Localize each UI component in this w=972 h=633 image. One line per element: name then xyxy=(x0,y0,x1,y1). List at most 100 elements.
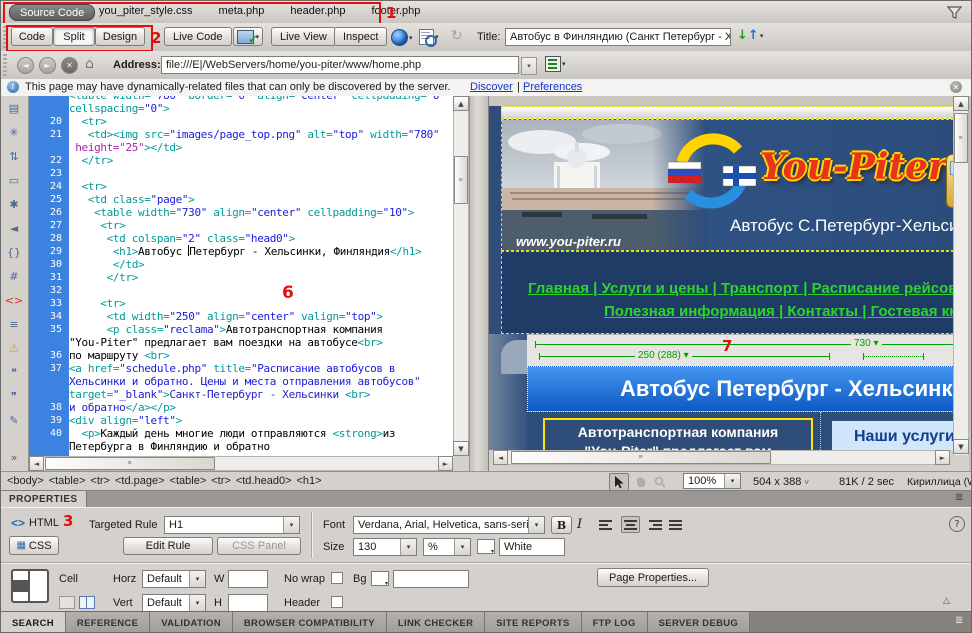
preferences-link[interactable]: Preferences xyxy=(523,81,582,93)
code-line[interactable]: height="25"></td> xyxy=(29,141,453,154)
magnification-select[interactable]: 100%▾ xyxy=(683,473,741,489)
preview-in-browser-icon[interactable]: ▾ xyxy=(391,29,413,46)
design-hscroll-thumb[interactable]: ≡ xyxy=(511,451,771,464)
toolbar-grip[interactable] xyxy=(3,54,7,76)
apply-comment-icon[interactable]: ❝ xyxy=(1,360,27,384)
code-vertical-scrollbar[interactable] xyxy=(453,96,469,456)
nav-link[interactable]: Гостевая книга xyxy=(871,303,953,320)
nav-links-line-2[interactable]: Полезная информация | Контакты | Гостева… xyxy=(604,303,953,320)
view-options-icon[interactable]: ▾ xyxy=(545,56,566,72)
scroll-left-icon[interactable]: ◄ xyxy=(493,450,508,465)
code-view-button[interactable]: Code xyxy=(11,27,53,46)
scroll-right-icon[interactable]: ► xyxy=(438,456,453,471)
code-line[interactable]: 29 <h1>Автобус Петербург - Хельсинки, Фи… xyxy=(29,245,453,258)
close-info-bar-icon[interactable]: ✕ xyxy=(950,81,962,93)
results-tab-search[interactable]: SEARCH xyxy=(1,612,66,633)
code-line[interactable]: 26 <table width="730" align="center" cel… xyxy=(29,206,453,219)
code-line[interactable]: 32 xyxy=(29,284,453,297)
no-wrap-checkbox[interactable] xyxy=(331,572,343,584)
width-input[interactable] xyxy=(228,570,268,588)
split-view-button[interactable]: Split xyxy=(53,27,95,46)
code-line[interactable]: 37<a href="schedule.php" title="Расписан… xyxy=(29,362,453,375)
tag-path-item[interactable]: <h1> xyxy=(297,475,322,487)
properties-tab[interactable]: PROPERTIES xyxy=(1,491,87,507)
promo-box[interactable]: Автотранспортная компания "You-Piter" пр… xyxy=(543,418,813,450)
nav-link[interactable]: Главная xyxy=(528,280,589,297)
results-tab-browser-compatibility[interactable]: BROWSER COMPATIBILITY xyxy=(233,612,387,633)
help-icon[interactable]: ? xyxy=(949,516,965,532)
height-input[interactable] xyxy=(228,594,268,612)
title-input[interactable]: Автобус в Финляндию (Санкт Петербург - Х… xyxy=(505,28,731,46)
code-line[interactable]: Петербурга в Финляндию и обратно xyxy=(29,440,453,453)
code-line[interactable]: 40 <p>Каждый день многие люди отправляют… xyxy=(29,427,453,440)
align-left-icon[interactable] xyxy=(599,517,616,532)
services-box[interactable]: Наши услуги xyxy=(832,421,953,450)
address-dropdown-icon[interactable]: ▾ xyxy=(521,57,537,75)
align-center-icon[interactable] xyxy=(621,516,640,533)
nav-link[interactable]: Транспорт xyxy=(721,280,799,297)
code-line[interactable]: target="_blank">Санкт-Петербург - Хельси… xyxy=(29,388,453,401)
results-tab-validation[interactable]: VALIDATION xyxy=(150,612,233,633)
open-documents-icon[interactable]: ▤ xyxy=(1,96,27,120)
tag-path-item[interactable]: <body> xyxy=(7,475,44,487)
file-management-icon[interactable]: ↓↑▾ xyxy=(737,28,763,43)
text-color-input[interactable]: White xyxy=(499,538,565,556)
select-parent-tag-icon[interactable]: ◄ xyxy=(1,216,27,240)
results-tab-server-debug[interactable]: SERVER DEBUG xyxy=(648,612,750,633)
nav-link[interactable]: Услуги и цены xyxy=(602,280,709,297)
code-view[interactable]: <table width="780" border="0" align="cen… xyxy=(29,96,453,456)
design-view-button[interactable]: Design xyxy=(95,27,145,46)
remove-comment-icon[interactable]: ❞ xyxy=(1,384,27,408)
back-icon[interactable]: ◄ xyxy=(17,57,34,74)
discover-link[interactable]: Discover xyxy=(470,81,513,93)
code-line[interactable]: 25 <td class="page"> xyxy=(29,193,453,206)
design-document[interactable]: You-Piter Автобус С.Петербург-Хельсинки … xyxy=(489,96,953,450)
design-view[interactable]: You-Piter Автобус С.Петербург-Хельсинки … xyxy=(488,96,953,471)
align-right-icon[interactable] xyxy=(645,517,662,532)
horz-select[interactable]: Default▾ xyxy=(142,570,206,588)
live-code-button[interactable]: Live Code xyxy=(164,27,232,46)
tag-path-item[interactable]: <tr> xyxy=(90,475,110,487)
pane-splitter[interactable] xyxy=(469,96,488,471)
code-line[interactable]: 38и обратно</a></p> xyxy=(29,401,453,414)
zoom-tool-icon[interactable] xyxy=(651,474,669,490)
targeted-rule-select[interactable]: H1▾ xyxy=(164,516,300,534)
collapse-full-tag-icon[interactable]: ⇅ xyxy=(1,144,27,168)
results-tab-site-reports[interactable]: SITE REPORTS xyxy=(485,612,581,633)
code-line[interactable]: 34 <td width="250" align="center" valign… xyxy=(29,310,453,323)
code-hscroll-thumb[interactable]: ≡ xyxy=(45,457,215,470)
size-unit-select[interactable]: %▾ xyxy=(423,538,471,556)
address-input[interactable]: file:///E|/WebServers/home/you-piter/www… xyxy=(161,56,519,74)
page-properties-button[interactable]: Page Properties... xyxy=(597,568,709,587)
code-line[interactable]: 20 <tr> xyxy=(29,115,453,128)
filter-related-files-icon[interactable] xyxy=(945,4,963,20)
css-panel-button[interactable]: CSS Panel xyxy=(217,537,301,555)
merge-cells-icon[interactable] xyxy=(59,596,75,609)
site-nav-row[interactable]: Главная | Услуги и цены | Транспорт | Ра… xyxy=(501,251,953,334)
vert-select[interactable]: Default▾ xyxy=(142,594,206,612)
scroll-down-icon[interactable]: ▼ xyxy=(953,439,969,454)
table-width-bar[interactable]: 730 ▾ 250 (288) ▾ xyxy=(527,334,953,367)
related-file-meta.php[interactable]: meta.php xyxy=(219,5,265,17)
refresh-design-view-icon[interactable]: ↻ xyxy=(451,28,463,44)
code-navigator-icon[interactable]: ✳ xyxy=(1,120,27,144)
forward-icon[interactable]: ► xyxy=(39,57,56,74)
code-line[interactable]: 31 </tr> xyxy=(29,271,453,284)
hand-tool-icon[interactable] xyxy=(631,474,649,490)
code-line[interactable]: 24 <tr> xyxy=(29,180,453,193)
syntax-error-alerts-icon[interactable]: ⚠ xyxy=(1,336,27,360)
expand-all-icon[interactable]: ✱ xyxy=(1,192,27,216)
code-line[interactable]: 33 <tr> xyxy=(29,297,453,310)
code-line[interactable]: 23 xyxy=(29,167,453,180)
results-tab-link-checker[interactable]: LINK CHECKER xyxy=(387,612,485,633)
tag-path-item[interactable]: <tr> xyxy=(211,475,231,487)
code-line[interactable]: 27 <tr> xyxy=(29,219,453,232)
live-view-button[interactable]: Live View xyxy=(271,27,336,46)
code-line[interactable]: 39<div align="left"> xyxy=(29,414,453,427)
align-justify-icon[interactable] xyxy=(667,517,684,532)
results-tab-ftp-log[interactable]: FTP LOG xyxy=(582,612,648,633)
scroll-left-icon[interactable]: ◄ xyxy=(29,456,44,471)
panel-menu-icon[interactable]: ≣ xyxy=(955,492,963,503)
window-size-indicator[interactable]: 504 x 388 ˅ xyxy=(753,476,809,488)
table-width-label[interactable]: 730 ▾ xyxy=(851,338,882,349)
